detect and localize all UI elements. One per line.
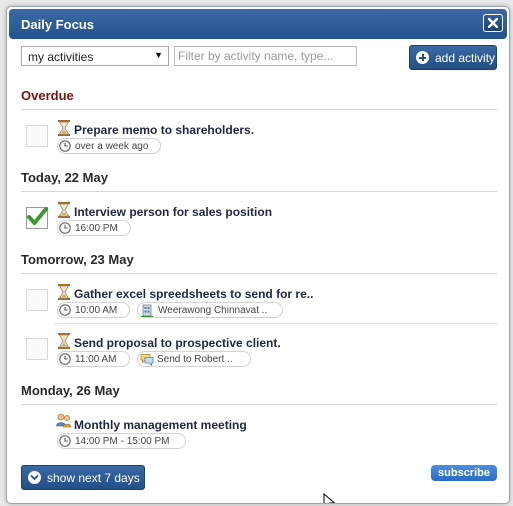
activity-time-text: 14:00 PM - 15:00 PM (75, 436, 170, 447)
plus-icon (416, 51, 429, 64)
activity-checkbox[interactable] (26, 338, 48, 360)
add-activity-label: add activity (435, 51, 496, 65)
building-icon (141, 304, 153, 317)
clock-icon (59, 222, 71, 234)
chevron-down-circle-icon (28, 471, 41, 484)
activity-time-text: 16:00 PM (75, 223, 118, 234)
chat-icon (140, 354, 154, 366)
divider (55, 323, 497, 324)
close-button[interactable] (483, 14, 503, 32)
activity-contact-text: Send to Robert .. (157, 354, 233, 365)
activity-time-text: over a week ago (75, 141, 149, 152)
activity-time-badge: 10:00 AM (57, 302, 130, 318)
divider (21, 191, 497, 192)
activity-time-badge: 16:00 PM (57, 220, 131, 236)
activity-time-badge: 11:00 AM (57, 351, 130, 367)
activity-time-badge: 14:00 PM - 15:00 PM (57, 433, 186, 449)
activity-checkbox-checked[interactable] (26, 207, 48, 229)
show-next-7-days-button[interactable]: show next 7 days (21, 465, 145, 490)
hourglass-icon (58, 202, 70, 218)
title-bar: Daily Focus (9, 9, 507, 39)
activity-time-text: 11:00 AM (75, 354, 117, 365)
show-next-label: show next 7 days (47, 471, 140, 485)
activity-title-link[interactable]: Send proposal to prospective client. (74, 336, 281, 350)
divider (21, 109, 497, 110)
activity-scope-value: my activities (28, 50, 94, 64)
clock-icon (59, 435, 71, 447)
activity-scope-select[interactable]: my activities ▼ (21, 46, 169, 66)
section-tomorrow-heading: Tomorrow, 23 May (21, 252, 134, 267)
chevron-down-icon: ▼ (154, 50, 163, 60)
activity-time-text: 10:00 AM (75, 305, 118, 316)
hourglass-icon (58, 284, 70, 300)
section-overdue-heading: Overdue (21, 88, 74, 103)
activity-checkbox[interactable] (26, 289, 48, 311)
close-icon (488, 18, 498, 28)
activity-contact-badge[interactable]: Weerawong Chinnavat .. (137, 302, 283, 318)
activity-filter-input[interactable] (174, 46, 357, 66)
clock-icon (59, 140, 71, 152)
activity-contact-badge[interactable]: Send to Robert .. (137, 351, 251, 367)
section-today-heading: Today, 22 May (21, 170, 108, 185)
people-icon (56, 413, 72, 428)
activity-contact-text: Weerawong Chinnavat .. (158, 305, 268, 316)
activity-time-badge: over a week ago (57, 138, 161, 154)
divider (21, 404, 497, 405)
mouse-cursor-icon (323, 493, 336, 503)
daily-focus-window: Daily Focus my activities ▼ add activity… (6, 6, 510, 504)
add-activity-button[interactable]: add activity (409, 45, 497, 70)
window-title: Daily Focus (21, 17, 94, 32)
clock-icon (59, 304, 71, 316)
divider (21, 273, 497, 274)
checkmark-icon (27, 207, 48, 225)
activity-title-link[interactable]: Gather excel spreedsheets to send for re… (74, 287, 313, 301)
activity-title-link[interactable]: Monthly management meeting (74, 418, 247, 432)
hourglass-icon (58, 333, 70, 349)
hourglass-icon (58, 120, 70, 136)
subscribe-button[interactable]: subscribe (431, 465, 497, 481)
activity-checkbox[interactable] (26, 125, 48, 147)
clock-icon (59, 353, 71, 365)
activity-title-link[interactable]: Prepare memo to shareholders. (74, 123, 254, 137)
section-monday-heading: Monday, 26 May (21, 383, 120, 398)
activity-title-link[interactable]: Interview person for sales position (74, 205, 272, 219)
